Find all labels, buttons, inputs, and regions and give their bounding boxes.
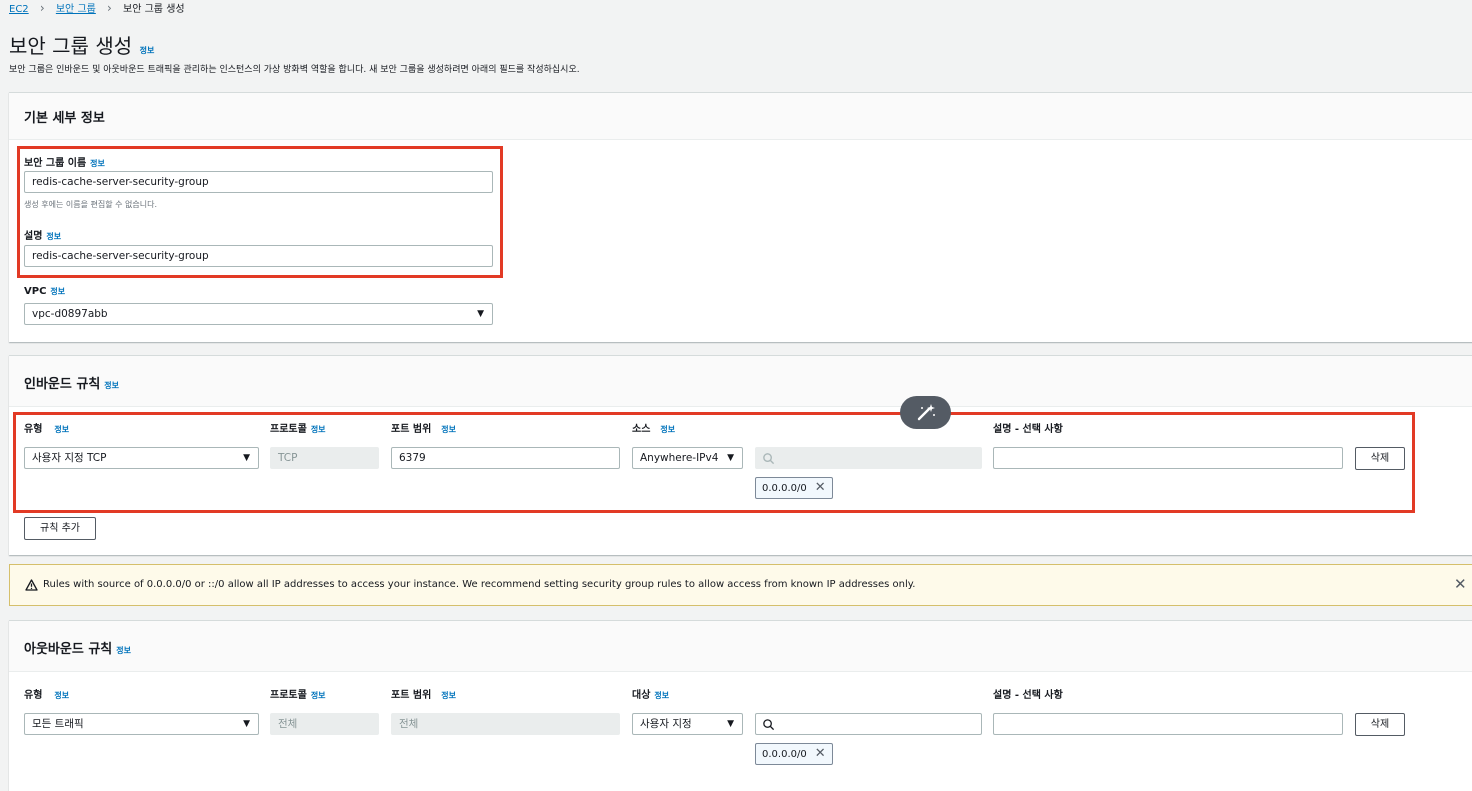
caret-down-icon: ▼ [727, 719, 734, 729]
magic-wand-icon [917, 404, 935, 421]
outbound-cidr-text: 0.0.0.0/0 [762, 749, 807, 760]
caret-down-icon: ▼ [243, 719, 250, 729]
basic-details-title: 기본 세부 정보 [24, 111, 105, 126]
outbound-type-select[interactable]: 모든 트래픽 ▼ [24, 713, 259, 735]
outbound-description-input[interactable] [993, 713, 1343, 735]
warning-icon [25, 579, 38, 591]
inbound-title: 인바운드 규칙 [24, 377, 101, 392]
outbound-col-protocol: 프로토콜 정보 [270, 686, 326, 701]
basic-details-header: 기본 세부 정보 [9, 93, 1472, 140]
outbound-dest-value: 사용자 지정 [640, 718, 692, 730]
close-icon[interactable]: ✕ [815, 746, 826, 761]
vpc-label: VPC 정보 [24, 286, 65, 297]
breadcrumb: EC2 › 보안 그룹 › 보안 그룹 생성 [9, 0, 185, 15]
vpc-select[interactable]: vpc-d0897abb ▼ [24, 303, 493, 325]
outbound-col-protocol-text: 프로토콜 [270, 690, 307, 701]
outbound-protocol-field: 전체 [270, 713, 379, 735]
breadcrumb-security-groups[interactable]: 보안 그룹 [56, 4, 96, 15]
outbound-col-type-text: 유형 [24, 690, 43, 701]
outbound-col-dest: 대상 정보 [632, 686, 669, 701]
page-description: 보안 그룹은 인바운드 및 아웃바운드 트래픽을 관리하는 인스턴스의 가상 방… [9, 65, 580, 75]
search-icon [763, 719, 775, 731]
highlight-box-basic [17, 146, 503, 278]
inbound-info-link[interactable]: 정보 [104, 381, 119, 390]
close-icon[interactable]: ✕ [1454, 575, 1467, 593]
outbound-col-port-text: 포트 범위 [391, 690, 432, 701]
outbound-dest-select[interactable]: 사용자 지정 ▼ [632, 713, 743, 735]
outbound-port-info-link[interactable]: 정보 [441, 691, 456, 700]
chevron-right-icon: › [107, 1, 112, 15]
add-rule-button[interactable]: 규칙 추가 [24, 517, 96, 540]
page-info-link[interactable]: 정보 [140, 46, 155, 55]
outbound-title-wrap: 아웃바운드 규칙 정보 [24, 638, 131, 657]
warning-banner: Rules with source of 0.0.0.0/0 or ::/0 a… [9, 564, 1472, 606]
outbound-cidr-search[interactable] [755, 713, 982, 735]
outbound-delete-button[interactable]: 삭제 [1355, 713, 1405, 736]
warning-text: Rules with source of 0.0.0.0/0 or ::/0 a… [43, 579, 916, 590]
outbound-type-info-link[interactable]: 정보 [54, 691, 69, 700]
outbound-header: 아웃바운드 규칙 정보 [9, 621, 1472, 672]
breadcrumb-ec2[interactable]: EC2 [9, 4, 29, 15]
inbound-header: 인바운드 규칙 정보 [9, 356, 1472, 407]
outbound-protocol-info-link[interactable]: 정보 [311, 691, 326, 700]
chevron-right-icon: › [39, 1, 45, 15]
highlight-box-inbound [13, 412, 1415, 513]
outbound-port-field: 전체 [391, 713, 620, 735]
page-title-wrap: 보안 그룹 생성 정보 [9, 30, 154, 59]
vpc-info-link[interactable]: 정보 [50, 287, 65, 296]
outbound-col-type: 유형 정보 [24, 686, 69, 701]
outbound-info-link[interactable]: 정보 [116, 646, 131, 655]
outbound-title: 아웃바운드 규칙 [24, 642, 113, 657]
outbound-rules-panel: 아웃바운드 규칙 정보 유형 정보 프로토콜 정보 포트 범위 정보 대상 정보 설명 -… [9, 620, 1472, 791]
outbound-col-dest-text: 대상 [632, 690, 651, 701]
vpc-label-text: VPC [24, 286, 47, 297]
magic-wand-button[interactable] [900, 396, 951, 429]
vpc-select-value: vpc-d0897abb [32, 308, 108, 320]
outbound-dest-info-link[interactable]: 정보 [654, 691, 669, 700]
breadcrumb-current: 보안 그룹 생성 [123, 4, 185, 15]
caret-down-icon: ▼ [477, 309, 484, 319]
page-title: 보안 그룹 생성 [9, 34, 133, 58]
outbound-col-description: 설명 - 선택 사항 [993, 690, 1063, 701]
outbound-cidr-token: 0.0.0.0/0 ✕ [755, 743, 833, 765]
inbound-title-wrap: 인바운드 규칙 정보 [24, 373, 119, 392]
outbound-col-port: 포트 범위 정보 [391, 686, 456, 701]
outbound-type-value: 모든 트래픽 [32, 718, 84, 730]
